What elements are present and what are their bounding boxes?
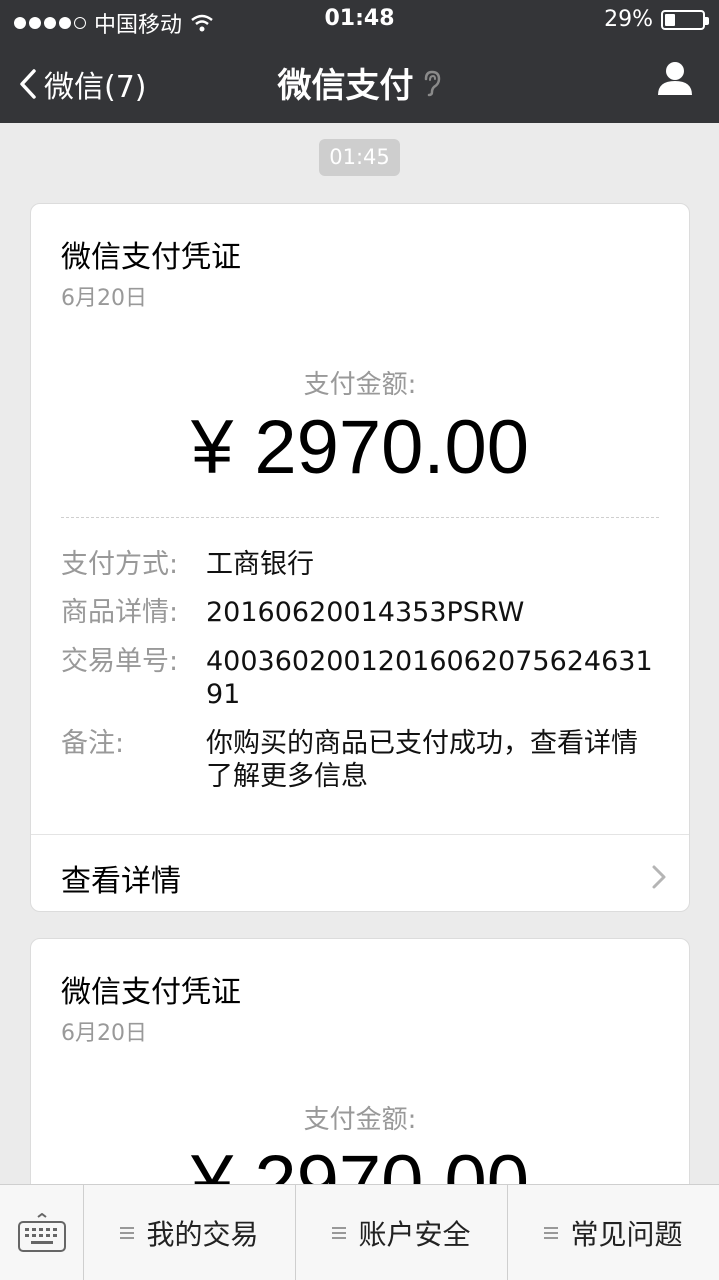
menu-label: 账户安全 [358, 1218, 471, 1251]
detail-row: 交易单号: 4003602001201606207562463191 [61, 645, 659, 711]
detail-key: 交易单号: [61, 646, 179, 677]
message-timestamp: 01:45 [319, 139, 400, 176]
menu-label: 我的交易 [146, 1218, 259, 1251]
menu-account-security[interactable]: 账户安全 [296, 1185, 508, 1280]
detail-key: 备注: [61, 728, 125, 759]
card-date: 6月20日 [61, 286, 147, 311]
top-bar: 中国移动 01:48 29% 微信(7) 微信支付 [0, 0, 719, 123]
battery-percent: 29% [604, 7, 653, 32]
detail-key: 商品详情: [61, 597, 179, 628]
detail-row: 备注: 你购买的商品已支付成功，查看详情了解更多信息 [61, 727, 659, 793]
detail-key: 支付方式: [61, 549, 179, 580]
card-date: 6月20日 [61, 1021, 147, 1046]
detail-row: 商品详情: 20160620014353PSRW [61, 596, 659, 629]
card-title: 微信支付凭证 [61, 240, 241, 275]
amount-value: ¥ 2970.00 [190, 405, 530, 490]
nav-bar: 微信(7) 微信支付 [0, 40, 719, 123]
card-title: 微信支付凭证 [61, 975, 241, 1010]
menu-lines-icon [120, 1227, 135, 1239]
keyboard-toggle-button[interactable] [0, 1185, 84, 1280]
menu-lines-icon [332, 1227, 347, 1239]
menu-lines-icon [544, 1227, 559, 1239]
detail-value: 20160620014353PSRW [206, 597, 525, 628]
battery-icon [661, 9, 709, 30]
status-bar: 中国移动 01:48 29% [0, 0, 719, 40]
user-icon [658, 62, 692, 95]
card-divider [31, 834, 689, 835]
keyboard-icon [17, 1213, 66, 1252]
detail-value: 4003602001201606207562463191 [206, 646, 653, 710]
dashed-divider [61, 517, 659, 518]
amount-label: 支付金额: [303, 1105, 417, 1135]
menu-faq[interactable]: 常见问题 [508, 1185, 719, 1280]
view-details-link[interactable]: 查看详情 [61, 856, 181, 900]
status-right: 29% [604, 7, 709, 32]
menu-my-transactions[interactable]: 我的交易 [84, 1185, 296, 1280]
detail-value: 工商银行 [206, 549, 314, 580]
detail-row: 支付方式: 工商银行 [61, 548, 659, 581]
page-title: 微信支付 [0, 58, 719, 107]
chevron-right-icon [652, 865, 666, 889]
amount-label: 支付金额: [303, 370, 417, 400]
page-title-text: 微信支付 [277, 66, 414, 106]
ear-icon [424, 70, 440, 96]
detail-value: 你购买的商品已支付成功，查看详情了解更多信息 [206, 728, 638, 792]
menu-label: 常见问题 [570, 1218, 683, 1251]
payment-receipt-card[interactable]: 微信支付凭证 6月20日 支付金额: ¥ 2970.00 支付方式: 工商银行 … [30, 203, 690, 912]
bottom-menu-bar: 我的交易 账户安全 常见问题 [0, 1184, 719, 1280]
user-profile-button[interactable] [657, 60, 693, 100]
